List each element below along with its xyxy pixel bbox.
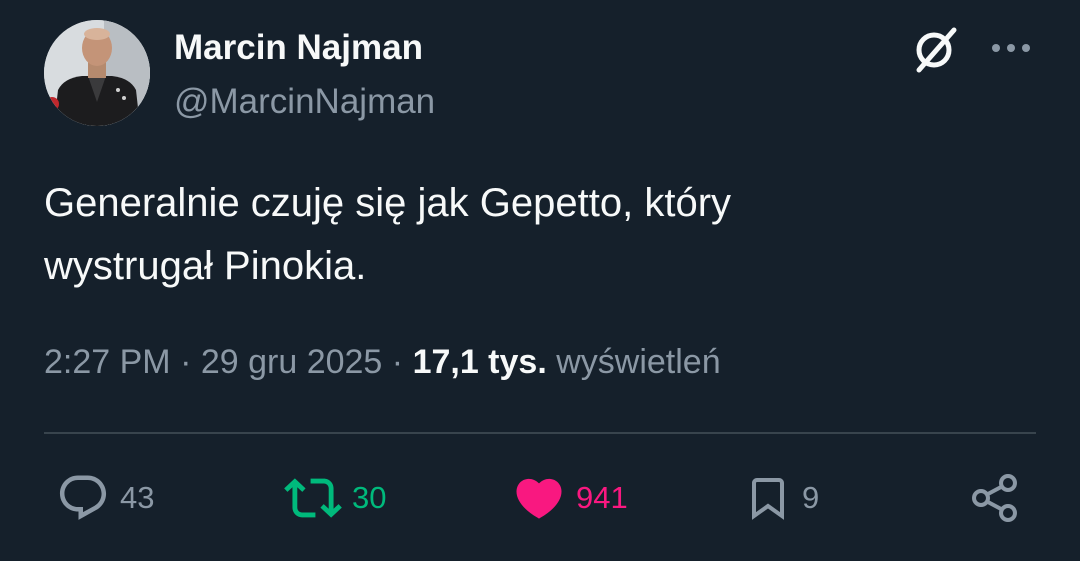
meta-separator: · — [170, 343, 201, 381]
views-label: wyświetleń — [556, 343, 721, 381]
like-button[interactable]: 941 — [512, 470, 628, 526]
author-display-name[interactable]: Marcin Najman — [174, 28, 423, 68]
bookmark-count: 9 — [802, 480, 820, 515]
tweet-date[interactable]: 29 gru 2025 — [201, 343, 383, 381]
tweet-time[interactable]: 2:27 PM — [44, 343, 171, 381]
views-count: 17,1 tys. — [412, 343, 547, 381]
more-icon[interactable] — [988, 36, 1034, 60]
avatar-image — [44, 20, 150, 126]
like-count: 941 — [576, 480, 628, 515]
tweet-meta: 2:27 PM · 29 gru 2025 · 17,1 tys. wyświe… — [44, 340, 721, 384]
divider — [44, 432, 1036, 434]
avatar[interactable] — [44, 20, 150, 126]
tweet-text-line-2: wystrugał Pinokia. — [44, 244, 367, 288]
author-handle[interactable]: @MarcinNajman — [174, 82, 435, 122]
bookmark-icon — [752, 478, 784, 520]
bookmark-button[interactable]: 9 — [744, 470, 819, 526]
heart-icon — [516, 478, 562, 519]
tweet-text: Generalnie czuję się jak Gepetto, który … — [44, 172, 1034, 298]
retweet-count: 30 — [352, 480, 387, 515]
retweet-icon — [284, 478, 342, 518]
tweet-text-line-1: Generalnie czuję się jak Gepetto, który — [44, 181, 732, 225]
reply-count: 43 — [120, 480, 155, 515]
share-button[interactable] — [968, 470, 1022, 526]
grok-icon[interactable] — [910, 26, 962, 74]
retweet-button[interactable]: 30 — [284, 470, 386, 526]
share-icon — [972, 474, 1017, 522]
meta-separator: · — [382, 343, 413, 381]
reply-button[interactable]: 43 — [56, 470, 154, 526]
reply-icon — [59, 475, 107, 520]
